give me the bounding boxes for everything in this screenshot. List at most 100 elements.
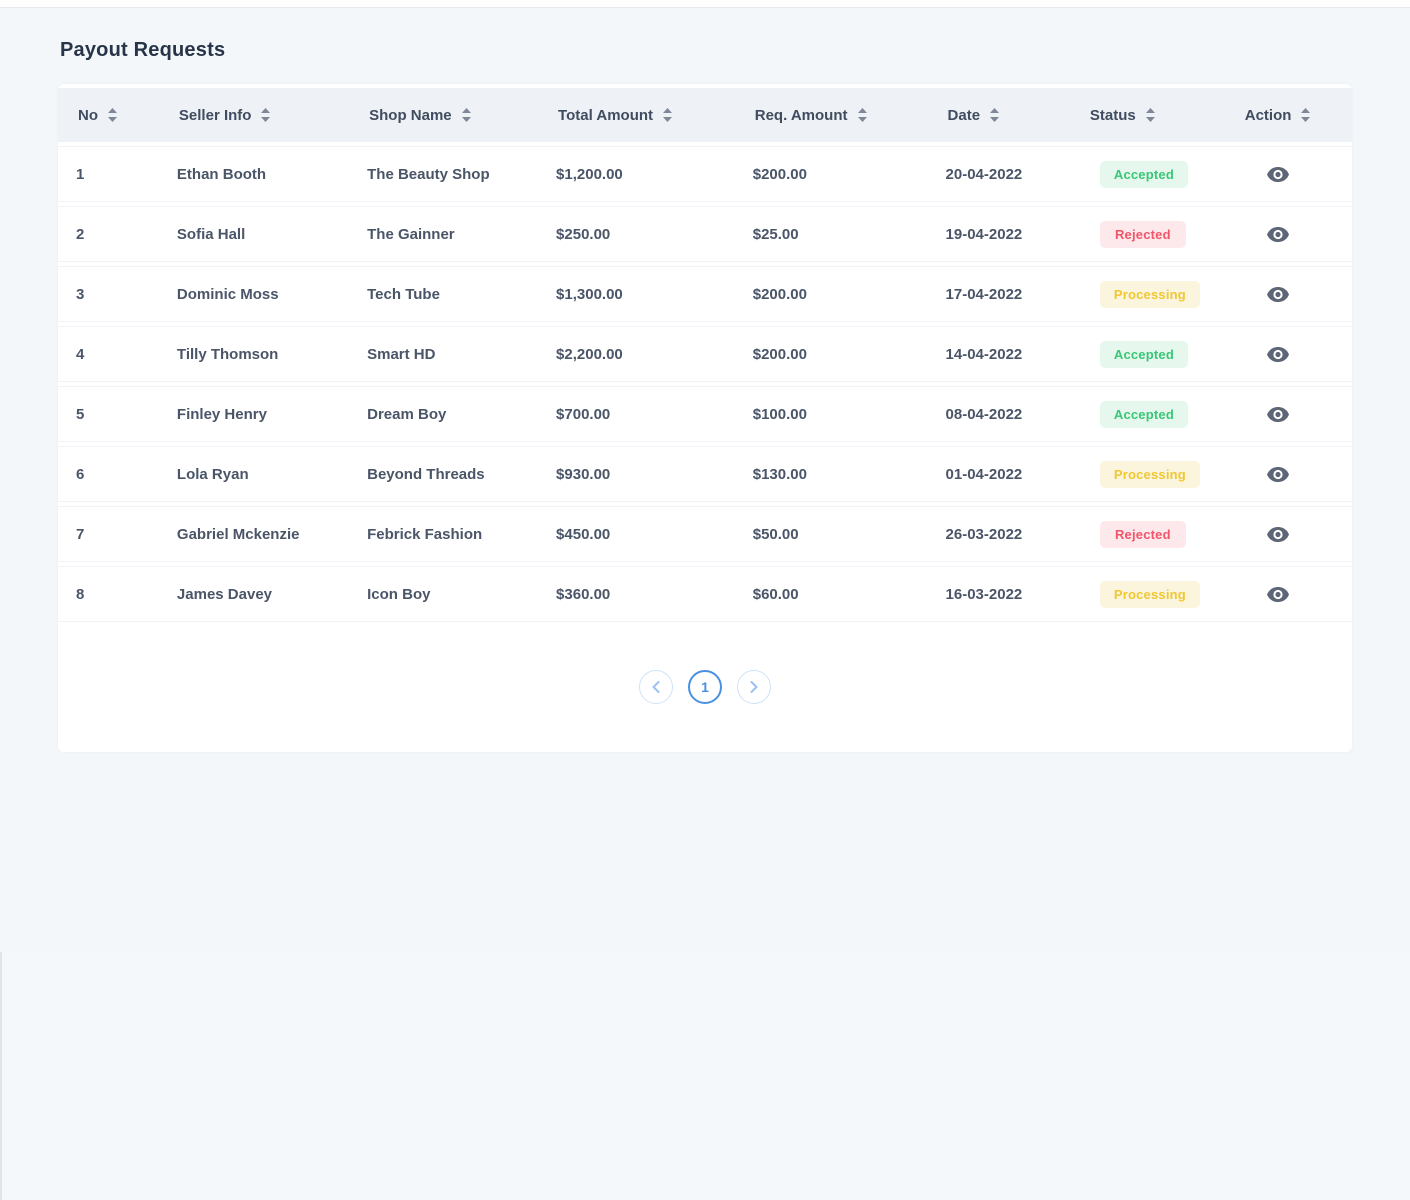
cell-no: 1	[58, 146, 159, 202]
view-button[interactable]	[1263, 583, 1293, 606]
pagination: 1	[58, 670, 1352, 704]
column-label: Action	[1244, 106, 1292, 124]
cell-req-amount: $25.00	[734, 206, 928, 262]
cell-no: 7	[58, 506, 159, 562]
cell-date: 08-04-2022	[927, 386, 1070, 442]
cell-seller-info: Tilly Thomson	[158, 326, 350, 382]
cell-date: 14-04-2022	[927, 326, 1070, 382]
next-section-placeholder	[0, 952, 1410, 1200]
status-badge: Processing	[1099, 460, 1200, 488]
column-header-date[interactable]: Date	[927, 88, 1070, 142]
eye-icon	[1266, 526, 1289, 542]
cell-no: 2	[58, 206, 159, 262]
cell-status: Accepted	[1069, 146, 1204, 202]
cell-date: 01-04-2022	[927, 446, 1070, 502]
pagination-next-button[interactable]	[737, 670, 771, 704]
cell-seller-info: Dominic Moss	[158, 266, 350, 322]
cell-action	[1203, 266, 1352, 322]
page-title: Payout Requests	[60, 39, 226, 61]
table-row: 8 James Davey Icon Boy $360.00 $60.00 16…	[58, 566, 1352, 622]
table-row: 4 Tilly Thomson Smart HD $2,200.00 $200.…	[58, 326, 1352, 382]
sort-icon	[1301, 108, 1311, 122]
cell-action	[1203, 326, 1352, 382]
column-label: Total Amount	[558, 106, 654, 124]
cell-shop-name: Smart HD	[349, 326, 539, 382]
status-badge: Processing	[1099, 580, 1200, 608]
cell-req-amount: $200.00	[734, 326, 928, 382]
column-label: Shop Name	[369, 106, 452, 124]
chevron-right-icon	[750, 681, 758, 693]
column-header-status[interactable]: Status	[1069, 88, 1204, 142]
cell-seller-info: James Davey	[158, 566, 350, 622]
cell-shop-name: The Beauty Shop	[349, 146, 539, 202]
cell-date: 20-04-2022	[927, 146, 1070, 202]
table-row: 7 Gabriel Mckenzie Febrick Fashion $450.…	[58, 506, 1352, 562]
column-header-req-amount[interactable]: Req. Amount	[734, 88, 928, 142]
cell-seller-info: Ethan Booth	[158, 146, 350, 202]
view-button[interactable]	[1263, 283, 1293, 306]
table-row: 5 Finley Henry Dream Boy $700.00 $100.00…	[58, 386, 1352, 442]
column-header-no[interactable]: No	[58, 88, 159, 142]
cell-no: 8	[58, 566, 159, 622]
cell-seller-info: Sofia Hall	[158, 206, 350, 262]
view-button[interactable]	[1263, 523, 1293, 546]
table-row: 1 Ethan Booth The Beauty Shop $1,200.00 …	[58, 146, 1352, 202]
cell-seller-info: Lola Ryan	[158, 446, 350, 502]
cell-action	[1203, 206, 1352, 262]
table-row: 2 Sofia Hall The Gainner $250.00 $25.00 …	[58, 206, 1352, 262]
cell-no: 4	[58, 326, 159, 382]
payout-requests-table: No Seller Info Shop Name Total Amount Re…	[58, 84, 1352, 626]
cell-total-amount: $2,200.00	[538, 326, 735, 382]
view-button[interactable]	[1263, 463, 1293, 486]
cell-shop-name: The Gainner	[349, 206, 539, 262]
cell-req-amount: $130.00	[734, 446, 928, 502]
column-header-action[interactable]: Action	[1203, 88, 1352, 142]
column-header-seller-info[interactable]: Seller Info	[158, 88, 350, 142]
cell-no: 3	[58, 266, 159, 322]
status-badge: Accepted	[1099, 160, 1188, 188]
eye-icon	[1266, 226, 1289, 242]
status-badge: Rejected	[1099, 220, 1186, 248]
column-header-total-amount[interactable]: Total Amount	[538, 88, 735, 142]
cell-seller-info: Finley Henry	[158, 386, 350, 442]
status-badge: Processing	[1099, 280, 1200, 308]
sort-icon	[461, 108, 471, 122]
cell-total-amount: $1,200.00	[538, 146, 735, 202]
cell-total-amount: $1,300.00	[538, 266, 735, 322]
eye-icon	[1266, 406, 1289, 422]
cell-date: 26-03-2022	[927, 506, 1070, 562]
cell-date: 17-04-2022	[927, 266, 1070, 322]
cell-shop-name: Icon Boy	[349, 566, 539, 622]
cell-action	[1203, 146, 1352, 202]
cell-total-amount: $930.00	[538, 446, 735, 502]
view-button[interactable]	[1263, 343, 1293, 366]
sort-icon	[990, 108, 1000, 122]
sort-icon	[857, 108, 867, 122]
view-button[interactable]	[1263, 223, 1293, 246]
cell-req-amount: $50.00	[734, 506, 928, 562]
pagination-prev-button[interactable]	[639, 670, 673, 704]
cell-date: 16-03-2022	[927, 566, 1070, 622]
cell-action	[1203, 446, 1352, 502]
sort-icon	[663, 108, 673, 122]
chevron-left-icon	[652, 681, 660, 693]
pagination-page-1-button[interactable]: 1	[688, 670, 722, 704]
sort-icon	[1145, 108, 1155, 122]
cell-action	[1203, 506, 1352, 562]
cell-req-amount: $200.00	[734, 146, 928, 202]
table-row: 6 Lola Ryan Beyond Threads $930.00 $130.…	[58, 446, 1352, 502]
sort-icon	[108, 108, 117, 122]
column-label: Date	[947, 106, 981, 124]
status-badge: Rejected	[1099, 520, 1186, 548]
cell-status: Processing	[1069, 566, 1204, 622]
cell-status: Processing	[1069, 266, 1204, 322]
cell-shop-name: Tech Tube	[349, 266, 539, 322]
view-button[interactable]	[1263, 403, 1293, 426]
cell-status: Rejected	[1069, 506, 1204, 562]
cell-total-amount: $250.00	[538, 206, 735, 262]
payout-requests-section: Payout Requests No Seller Info Shop Name	[0, 38, 1410, 952]
column-header-shop-name[interactable]: Shop Name	[349, 88, 539, 142]
sort-icon	[261, 108, 271, 122]
view-button[interactable]	[1263, 163, 1293, 186]
status-badge: Accepted	[1099, 340, 1188, 368]
